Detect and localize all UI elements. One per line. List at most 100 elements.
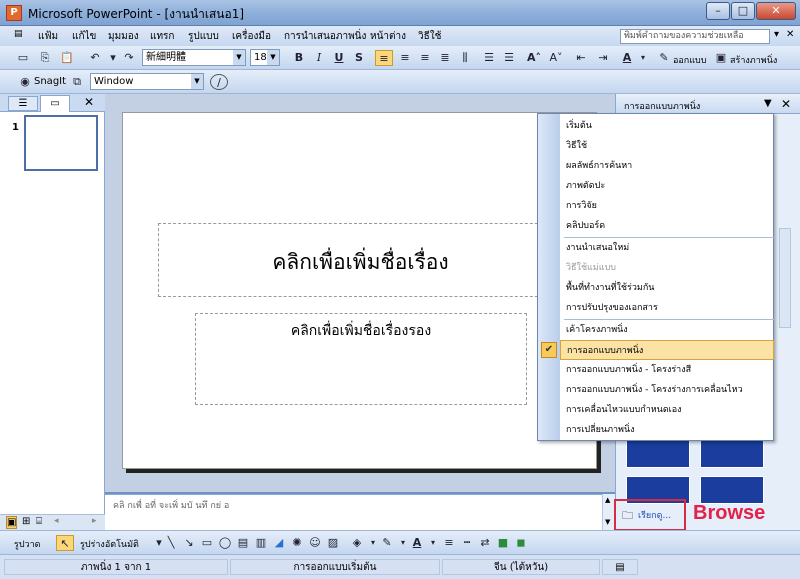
align-left-icon[interactable]: ≡ [375, 50, 393, 66]
redo-icon[interactable]: ↷ [120, 50, 138, 66]
menu-slideshow[interactable]: การนำเสนอภาพนิ่ง [284, 29, 366, 44]
scroll-down-icon[interactable]: ▼ [605, 518, 610, 526]
menu-item[interactable]: วิธีใช้ [560, 136, 774, 156]
powerpoint-app-icon[interactable]: P [6, 5, 22, 21]
menu-item[interactable]: ผลลัพธ์การค้นหา [560, 156, 774, 176]
slides-tab-icon[interactable]: ▭ [40, 95, 70, 112]
menu-item[interactable]: เริ่มต้น [560, 116, 774, 136]
design-thumbnail[interactable] [626, 440, 690, 468]
shrink-font-icon[interactable]: A˅ [547, 50, 565, 66]
menu-view[interactable]: มุมมอง [108, 29, 139, 44]
maximize-icon[interactable]: □ [731, 2, 755, 20]
chevron-down-icon[interactable]: ▼ [233, 50, 245, 65]
rectangle-icon[interactable]: ▭ [198, 535, 216, 551]
menu-item[interactable]: การออกแบบภาพนิ่ง - โครงร่างสี [560, 360, 774, 380]
columns-icon[interactable]: ⫼ [456, 50, 474, 66]
select-pointer-icon[interactable]: ↖ [56, 535, 74, 551]
help-dropdown-icon[interactable]: ▾ [774, 29, 779, 40]
paste-icon[interactable]: 📋 [58, 50, 76, 66]
diagram-icon[interactable]: ✺ [288, 535, 306, 551]
numbering-icon[interactable]: ☰ [480, 50, 498, 66]
menu-item[interactable]: การออกแบบภาพนิ่ง - โครงร่างการเคลื่อนไหว [560, 380, 774, 400]
menu-item[interactable]: พื้นที่ทำงานที่ใช้ร่วมกัน [560, 278, 774, 298]
menu-item[interactable]: งานนำเสนอใหม่ [560, 238, 774, 258]
close-panel-icon[interactable]: ✕ [84, 95, 94, 109]
menu-item-selected[interactable]: การออกแบบภาพนิ่ง [560, 340, 774, 360]
subtitle-placeholder[interactable]: คลิกเพื่อเพิ่มชื่อเรื่องรอง [195, 313, 527, 405]
bullets-icon[interactable]: ☰ [500, 50, 518, 66]
menu-item[interactable]: การเปลี่ยนภาพนิ่ง [560, 420, 774, 440]
underline-button[interactable]: U [330, 50, 348, 66]
normal-view-icon[interactable]: ▣ [6, 516, 18, 529]
design-thumbnail[interactable] [700, 476, 764, 504]
menu-help[interactable]: วิธีใช้ [418, 29, 441, 44]
menu-window[interactable]: หน้าต่าง [370, 29, 406, 44]
scroll-right-icon[interactable]: ▸ [92, 516, 97, 526]
minimize-icon[interactable]: – [706, 2, 730, 20]
snagit-capture-icon[interactable]: ⧉ [68, 74, 86, 90]
font-color-dropdown-icon[interactable]: ▾ [634, 50, 652, 66]
line-style-icon[interactable]: ≡ [440, 535, 458, 551]
chevron-down-icon[interactable]: ▼ [191, 74, 203, 89]
design-button[interactable]: ออกแบบ [673, 53, 707, 67]
draw-menu-button[interactable]: รูปวาด [14, 537, 41, 551]
picture-icon[interactable]: ▨ [324, 535, 342, 551]
justify-icon[interactable]: ≣ [436, 50, 454, 66]
align-right-icon[interactable]: ≡ [416, 50, 434, 66]
new-slide-button[interactable]: สร้างภาพนิ่ง [730, 53, 777, 67]
snagit-window-combo[interactable]: Window ▼ [90, 73, 204, 90]
chevron-down-icon[interactable]: ▼ [267, 50, 279, 65]
increase-indent-icon[interactable]: ⇥ [594, 50, 612, 66]
outline-tab-icon[interactable]: ☰ [8, 96, 38, 111]
notes-pane[interactable]: คลิ กเพื่ อที่ จะเพิ่ มบั นทึ กย่ อ [105, 494, 615, 530]
dash-style-icon[interactable]: ┅ [458, 535, 476, 551]
slideshow-view-icon[interactable]: ⌸ [36, 516, 42, 527]
scroll-up-icon[interactable]: ▲ [605, 496, 610, 504]
italic-button[interactable]: I [310, 50, 328, 66]
menu-item[interactable]: การวิจัย [560, 196, 774, 216]
oval-icon[interactable]: ◯ [216, 535, 234, 551]
task-pane-close-icon[interactable]: ✕ [781, 97, 791, 111]
align-center-icon[interactable]: ≡ [396, 50, 414, 66]
doc-icon[interactable]: ▤ [14, 29, 23, 39]
slide-sorter-icon[interactable]: ⊞ [22, 516, 30, 527]
menu-item[interactable]: เค้าโครงภาพนิ่ง [560, 320, 774, 340]
shadow-button[interactable]: S [350, 50, 368, 66]
font-name-combo[interactable]: 新細明體 ▼ [142, 49, 246, 66]
title-placeholder[interactable]: คลิกเพื่อเพิ่มชื่อเรื่อง [158, 223, 563, 297]
snagit-pen-icon[interactable]: ∕ [210, 74, 228, 90]
menu-item[interactable]: คลิปบอร์ด [560, 216, 774, 236]
snagit-icon[interactable]: ◉ [16, 74, 34, 90]
shadow-style-icon[interactable]: ■ [494, 535, 512, 551]
new-slide-icon[interactable]: ▣ [712, 50, 730, 66]
copy-icon[interactable]: ⎘ [36, 50, 54, 66]
task-pane-scrollbar[interactable] [779, 228, 791, 328]
menu-insert[interactable]: แทรก [150, 29, 174, 44]
task-pane-menu-icon[interactable]: ▼ [764, 98, 772, 109]
vertical-textbox-icon[interactable]: ▥ [252, 535, 270, 551]
autoshapes-button[interactable]: รูปร่างอัตโนมัติ [80, 537, 139, 551]
slide-thumbnail[interactable] [24, 115, 98, 171]
help-search-input[interactable]: พิมพ์คำถามของความช่วยเหลือ [620, 29, 770, 44]
undo-icon[interactable]: ↶ [86, 50, 104, 66]
arrow-icon[interactable]: ↘ [180, 535, 198, 551]
menu-item[interactable]: การเคลื่อนไหวแบบกำหนดเอง [560, 400, 774, 420]
menu-file[interactable]: แฟ้ม [38, 29, 58, 44]
task-pane-title[interactable]: การออกแบบภาพนิ่ง [624, 99, 700, 113]
decrease-indent-icon[interactable]: ⇤ [572, 50, 590, 66]
menu-item[interactable]: ภาพตัดปะ [560, 176, 774, 196]
clipart-icon[interactable]: ☺ [306, 535, 324, 551]
wordart-icon[interactable]: ◢ [270, 535, 288, 551]
menu-edit[interactable]: แก้ไข [72, 29, 96, 44]
arrow-style-icon[interactable]: ⇄ [476, 535, 494, 551]
menu-item[interactable]: การปรับปรุงของเอกสาร [560, 298, 774, 318]
design-icon[interactable]: ✎ [655, 50, 673, 66]
snagit-button[interactable]: SnagIt [34, 76, 66, 87]
3d-style-icon[interactable]: ◼ [512, 535, 530, 551]
line-icon[interactable]: ╲ [162, 535, 180, 551]
close-icon[interactable]: ✕ [756, 2, 796, 20]
bold-button[interactable]: B [290, 50, 308, 66]
scroll-left-icon[interactable]: ◂ [54, 516, 59, 526]
menu-format[interactable]: รูปแบบ [188, 29, 219, 44]
close-document-icon[interactable]: ✕ [786, 29, 794, 40]
